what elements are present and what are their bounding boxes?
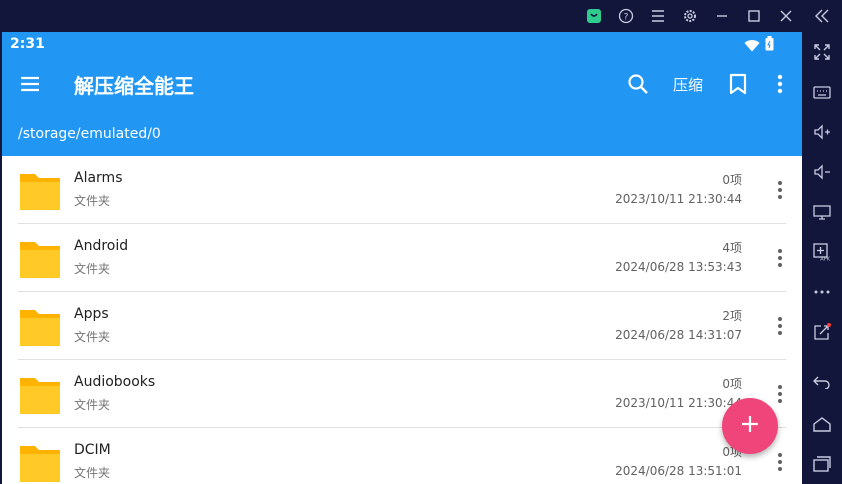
app-title: 解压缩全能王 [74, 74, 194, 98]
item-name: DCIM [74, 442, 111, 458]
item-type: 文件夹 [74, 466, 111, 480]
item-type: 文件夹 [74, 194, 111, 208]
svg-text:APK: APK [820, 257, 830, 262]
bookmark-icon[interactable] [726, 72, 750, 96]
volume-up-icon[interactable] [812, 122, 832, 142]
apk-install-icon[interactable]: APK [812, 242, 832, 262]
store-icon[interactable] [584, 6, 604, 26]
share-icon[interactable] [812, 322, 832, 342]
item-more-icon[interactable] [770, 178, 790, 202]
item-more-icon[interactable] [770, 246, 790, 270]
item-name: Apps [74, 306, 109, 322]
svg-text:?: ? [624, 13, 629, 23]
collapse-icon[interactable] [812, 6, 832, 26]
item-name: Audiobooks [74, 374, 156, 390]
item-type: 文件夹 [74, 398, 111, 412]
fullscreen-icon[interactable] [812, 42, 832, 62]
item-date: 2023/10/11 21:30:44 [615, 192, 742, 206]
home-icon[interactable] [812, 414, 832, 434]
item-date: 2024/06/28 13:51:01 [615, 464, 742, 478]
item-count: 2项 [722, 309, 742, 323]
overflow-menu-icon[interactable] [770, 72, 790, 96]
list-item[interactable]: Apps 文件夹 2项 2024/06/28 14:31:07 [2, 292, 802, 360]
list-item[interactable]: DCIM 文件夹 0项 2024/06/28 13:51:01 [2, 428, 802, 484]
path-breadcrumb: /storage/emulated/0 [2, 112, 802, 156]
emulator-sidebar: APK [802, 32, 842, 484]
list-item[interactable]: Audiobooks 文件夹 0项 2023/10/11 21:30:44 [2, 360, 802, 428]
folder-icon [20, 306, 60, 346]
help-icon[interactable]: ? [616, 6, 636, 26]
emulator-title-bar: ? [0, 0, 842, 32]
item-date: 2024/06/28 14:31:07 [615, 328, 742, 342]
item-name: Android [74, 238, 129, 254]
item-more-icon[interactable] [770, 450, 790, 474]
item-name: Alarms [74, 170, 123, 186]
item-count: 4项 [722, 241, 742, 255]
item-type: 文件夹 [74, 262, 111, 276]
item-count: 0项 [722, 377, 742, 391]
item-date: 2024/06/28 13:53:43 [615, 260, 742, 274]
battery-icon [765, 36, 774, 55]
settings-icon[interactable] [680, 6, 700, 26]
maximize-icon[interactable] [744, 6, 764, 26]
compress-button[interactable]: 压缩 [670, 72, 706, 96]
folder-icon [20, 442, 60, 482]
folder-icon [20, 238, 60, 278]
file-list: Alarms 文件夹 0项 2023/10/11 21:30:44 Androi… [2, 156, 802, 484]
back-icon[interactable] [812, 372, 832, 392]
volume-down-icon[interactable] [812, 162, 832, 182]
current-path[interactable]: /storage/emulated/0 [18, 126, 161, 142]
add-fab-button[interactable] [722, 398, 778, 454]
minimize-icon[interactable] [712, 6, 732, 26]
more-icon[interactable] [812, 282, 832, 302]
status-bar: 2:31 [2, 32, 802, 56]
android-screen: 2:31 解压缩全能王 压缩 /storage/emulated/0 Alarm… [2, 32, 802, 484]
menu-icon[interactable] [18, 72, 42, 96]
screen-icon[interactable] [812, 202, 832, 222]
item-date: 2023/10/11 21:30:44 [615, 396, 742, 410]
hamburger-icon[interactable] [648, 6, 668, 26]
item-type: 文件夹 [74, 330, 111, 344]
search-icon[interactable] [626, 72, 650, 96]
item-more-icon[interactable] [770, 382, 790, 406]
keyboard-icon[interactable] [812, 82, 832, 102]
status-time: 2:31 [10, 36, 45, 52]
item-more-icon[interactable] [770, 314, 790, 338]
folder-icon [20, 170, 60, 210]
plus-icon [740, 414, 760, 438]
app-bar: 解压缩全能王 压缩 [2, 56, 802, 112]
list-item[interactable]: Alarms 文件夹 0项 2023/10/11 21:30:44 [2, 156, 802, 224]
close-icon[interactable] [776, 6, 796, 26]
item-count: 0项 [722, 173, 742, 187]
recents-icon[interactable] [812, 454, 832, 474]
wifi-icon [744, 37, 760, 56]
list-item[interactable]: Android 文件夹 4项 2024/06/28 13:53:43 [2, 224, 802, 292]
folder-icon [20, 374, 60, 414]
